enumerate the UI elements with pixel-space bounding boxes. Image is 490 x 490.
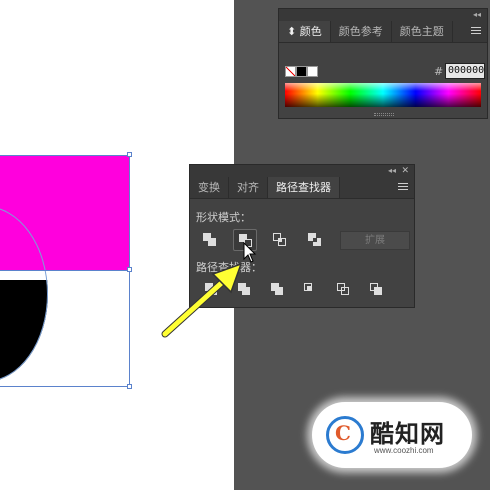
color-panel: ◂◂ ⬍ 颜色 颜色参考 颜色主题 # 000000 bbox=[278, 8, 488, 119]
tab-transform[interactable]: 变换 bbox=[190, 177, 229, 198]
tab-color-themes[interactable]: 颜色主题 bbox=[392, 21, 453, 42]
white-swatch[interactable] bbox=[307, 66, 318, 77]
resize-handle-top-right[interactable] bbox=[127, 152, 132, 157]
expand-button[interactable]: 扩展 bbox=[340, 231, 410, 250]
pathfinder-panel-header[interactable]: ◂◂ ✕ bbox=[190, 165, 414, 177]
tab-color[interactable]: ⬍ 颜色 bbox=[279, 21, 331, 42]
resize-handle-middle-right[interactable] bbox=[127, 267, 132, 272]
pathfinder-panel-tabs: 变换 对齐 路径查找器 bbox=[190, 177, 414, 199]
panel-menu-icon[interactable] bbox=[471, 27, 481, 36]
selection-divider bbox=[0, 270, 130, 271]
color-panel-tabs: ⬍ 颜色 颜色参考 颜色主题 bbox=[279, 21, 487, 43]
merge-button[interactable] bbox=[268, 279, 286, 301]
mouse-cursor-icon bbox=[243, 242, 257, 263]
watermark-title: 酷知网 bbox=[370, 420, 445, 448]
collapse-icon[interactable]: ◂◂ bbox=[388, 165, 396, 177]
fill-stroke-swatches bbox=[285, 66, 318, 79]
black-swatch[interactable] bbox=[296, 66, 307, 77]
panel-menu-icon[interactable] bbox=[398, 183, 408, 192]
close-icon[interactable]: ✕ bbox=[401, 165, 409, 177]
watermark-logo-icon: C bbox=[326, 416, 364, 454]
none-swatch-icon[interactable] bbox=[285, 66, 296, 77]
spectrum-highlight bbox=[285, 83, 481, 91]
yellow-arrow-icon bbox=[161, 262, 243, 338]
hex-hash-label: # bbox=[434, 65, 444, 78]
resize-handle-bottom-right[interactable] bbox=[127, 384, 132, 389]
selection-bounding-box bbox=[0, 155, 130, 387]
minus-back-button[interactable] bbox=[367, 279, 385, 301]
intersect-button[interactable] bbox=[268, 229, 292, 251]
outline-button[interactable] bbox=[334, 279, 352, 301]
collapse-icon[interactable]: ◂◂ bbox=[473, 9, 481, 21]
unite-button[interactable] bbox=[198, 229, 222, 251]
tab-color-guide[interactable]: 颜色参考 bbox=[331, 21, 392, 42]
shape-modes-label: 形状模式： bbox=[196, 211, 251, 224]
color-panel-header[interactable]: ◂◂ bbox=[279, 9, 487, 21]
watermark-url: www.coozhi.com bbox=[374, 446, 434, 455]
crop-button[interactable] bbox=[301, 279, 319, 301]
shape-modes-row bbox=[198, 229, 327, 251]
exclude-button[interactable] bbox=[303, 229, 327, 251]
tab-align[interactable]: 对齐 bbox=[229, 177, 268, 198]
hex-color-input[interactable]: 000000 bbox=[445, 63, 485, 79]
logo-letter: C bbox=[335, 421, 351, 445]
tab-color-label: 颜色 bbox=[299, 25, 322, 38]
watermark-badge: C 酷知网 www.coozhi.com bbox=[312, 402, 472, 468]
tab-pathfinder[interactable]: 路径查找器 bbox=[268, 177, 340, 198]
panel-resize-grip[interactable] bbox=[374, 113, 394, 116]
